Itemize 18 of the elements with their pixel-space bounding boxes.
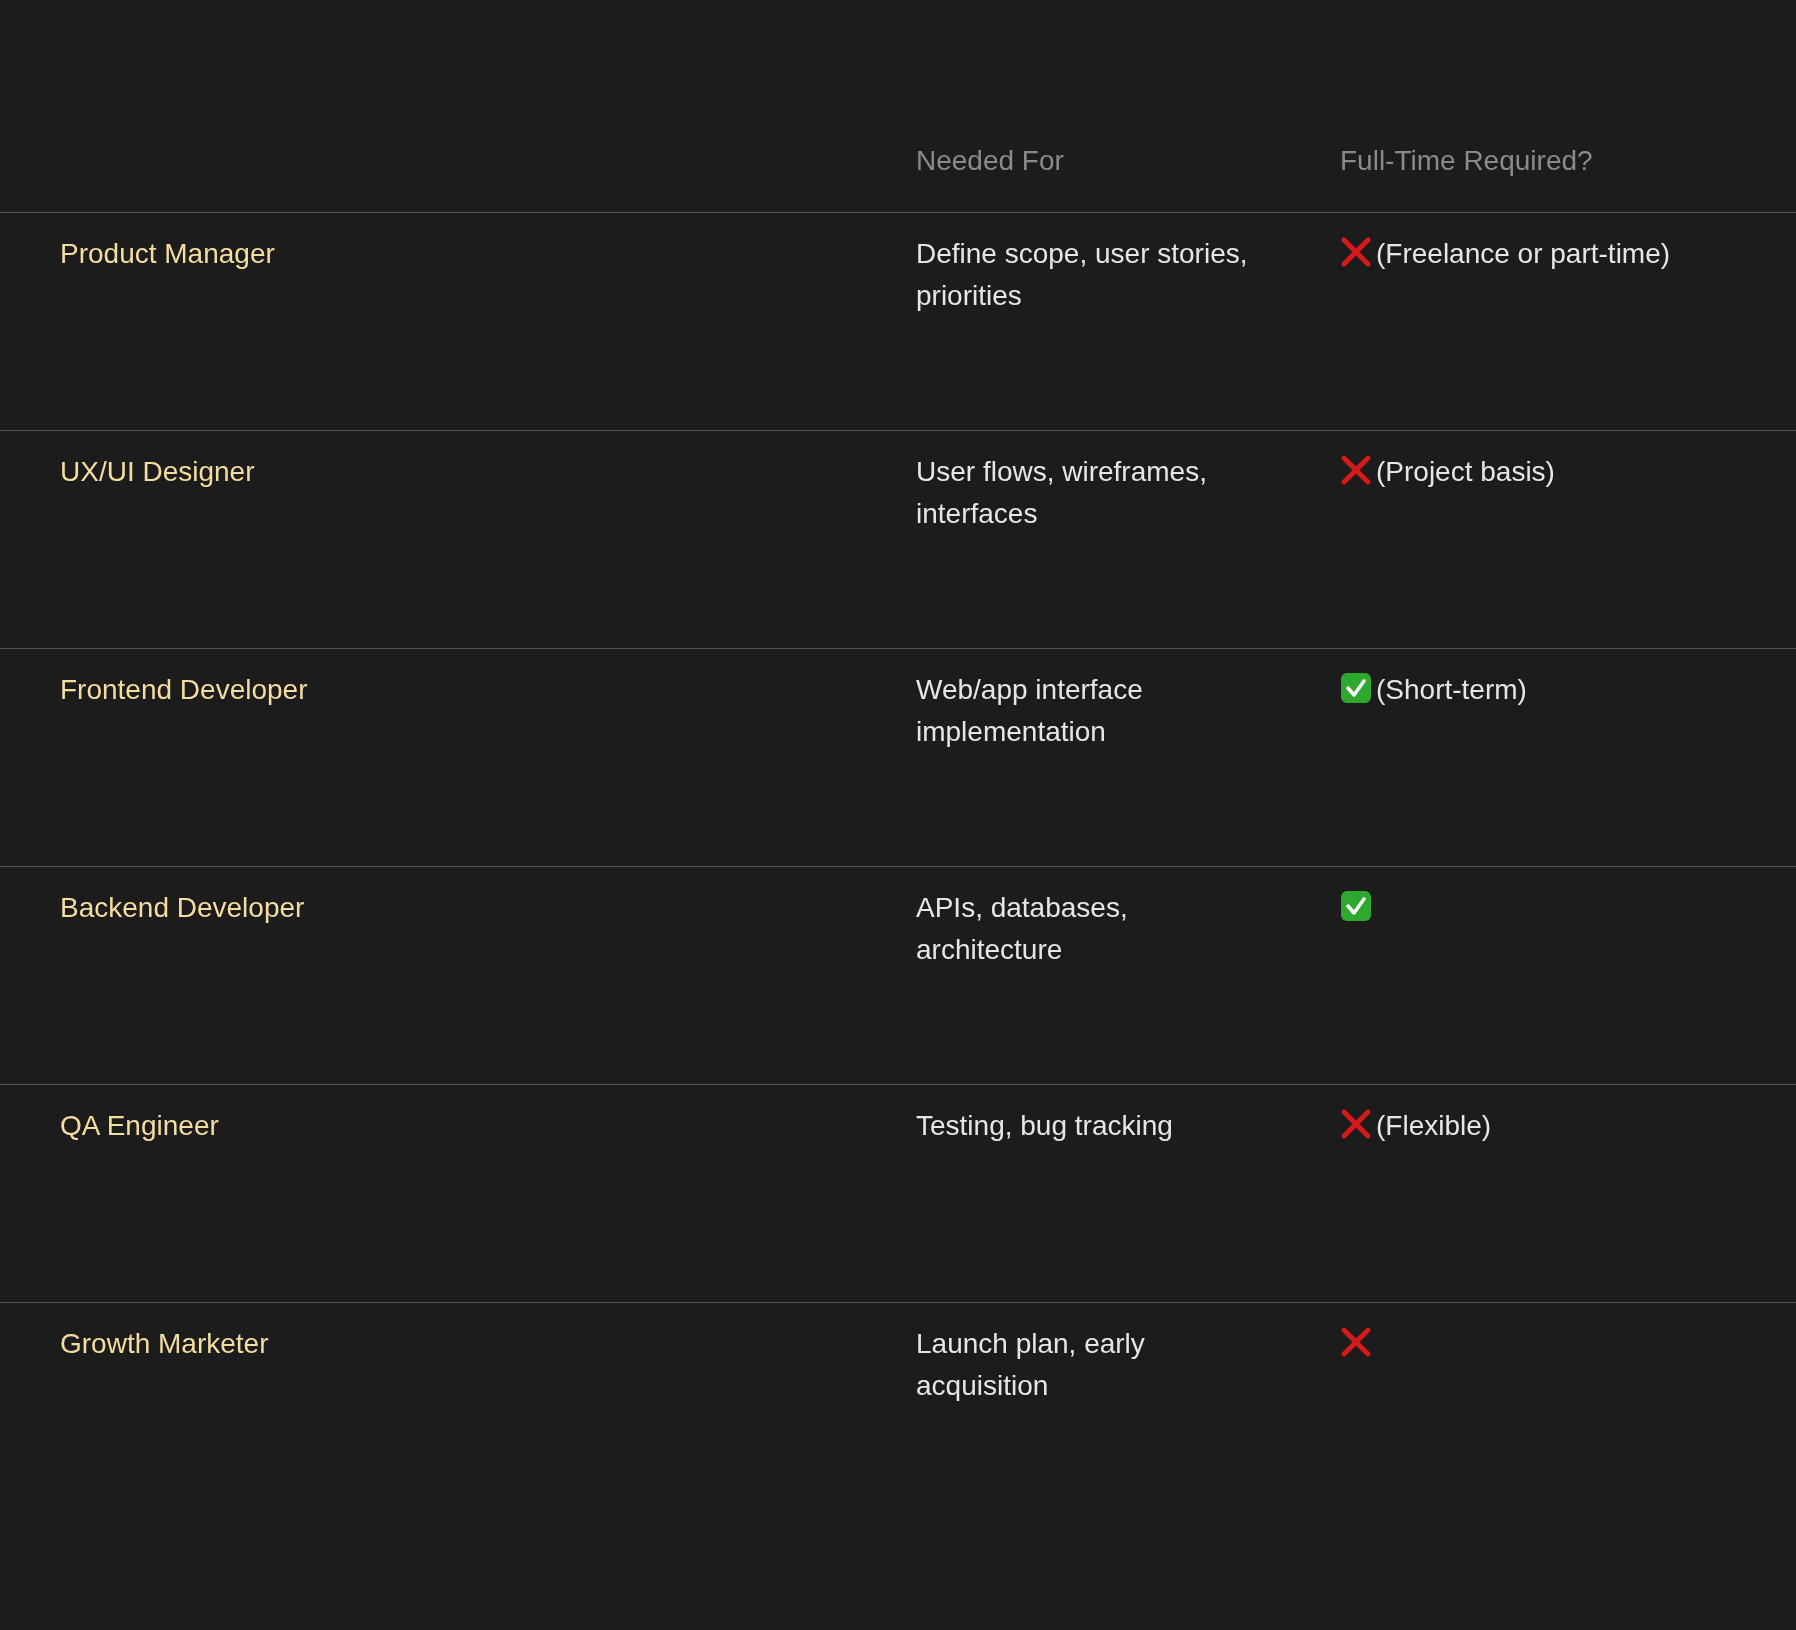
role-name: Product Manager	[60, 238, 275, 269]
role-name: Growth Marketer	[60, 1328, 269, 1359]
note-text: (Short-term)	[1376, 673, 1527, 707]
needed-for-text: Testing, bug tracking	[916, 1109, 1174, 1143]
column-header: Needed For	[916, 145, 1064, 176]
note-text: (Project basis)	[1376, 455, 1555, 489]
role-name: QA Engineer	[60, 1110, 219, 1141]
role-name: UX/UI Designer	[60, 456, 255, 487]
role-name: Frontend Developer	[60, 674, 308, 705]
role-name: Backend Developer	[60, 892, 305, 923]
needed-for-text: User flows, wireframes, interfaces	[916, 455, 1208, 531]
note-text: (Flexible)	[1376, 1109, 1492, 1143]
needed-for-text: Define scope, user stories, priorities	[916, 237, 1249, 313]
needed-for-text: APIs, databases, architecture	[916, 891, 1129, 967]
needed-for-text: Launch plan, early acquisition	[916, 1327, 1146, 1403]
needed-for-text: Web/app interface implementation	[916, 673, 1144, 749]
note-text: (Freelance or part-time)	[1376, 237, 1671, 271]
column-header: Full-Time Required?	[1340, 145, 1593, 176]
